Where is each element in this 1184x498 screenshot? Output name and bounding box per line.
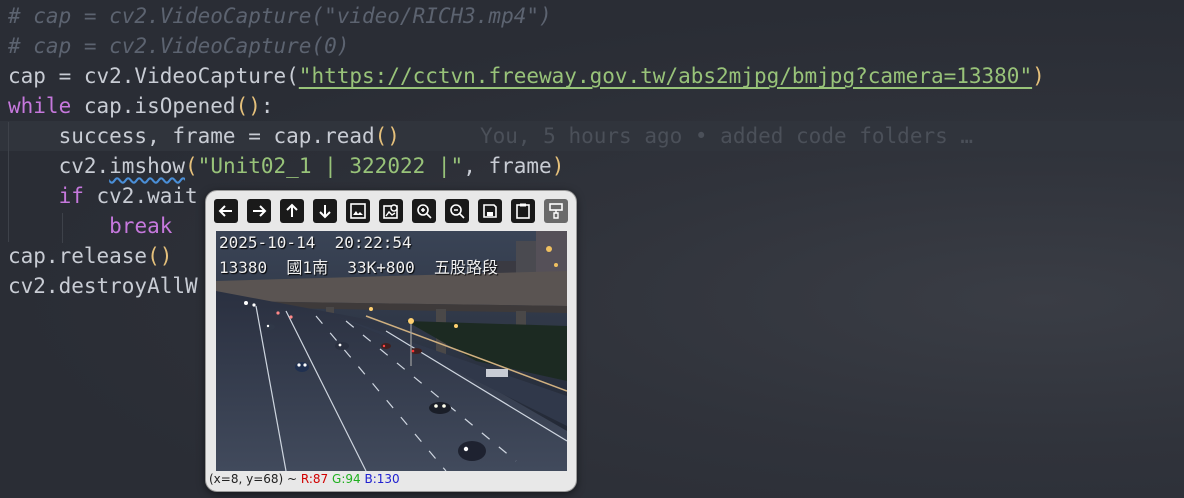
pixel-blue-value: B:130: [364, 472, 400, 486]
code-text: cv2.wait: [83, 184, 198, 208]
image-viewer-window[interactable]: 2025-10-14 20:22:54 13380 國1南 33K+800 五股…: [205, 190, 577, 492]
camera-location-label: 13380 國1南 33K+800 五股路段: [219, 258, 499, 277]
camera-timestamp: 2025-10-14 20:22:54: [219, 233, 412, 252]
paren: ): [551, 154, 565, 178]
paren: (): [374, 124, 400, 148]
code-line-3[interactable]: cap = cv2.VideoCapture("https://cctvn.fr…: [8, 61, 1045, 91]
function-name[interactable]: imshow: [109, 154, 185, 178]
keyword: break: [109, 214, 173, 238]
clipboard-icon[interactable]: [511, 199, 535, 223]
code-line-8[interactable]: break: [8, 211, 172, 241]
url-string[interactable]: "https://cctvn.freeway.gov.tw/abs2mjpg/b…: [299, 64, 1032, 88]
paren: (): [147, 244, 173, 268]
code-line-7[interactable]: if cv2.wait: [8, 181, 198, 211]
arrow-down-icon[interactable]: [313, 199, 337, 223]
pixel-red-value: R:87: [300, 472, 329, 486]
code-text: success, frame = cap.read: [8, 124, 375, 148]
git-blame-annotation: You, 5 hours ago • added code folders …: [479, 124, 974, 148]
code-line-5[interactable]: success, frame = cap.read() You, 5 hours …: [8, 121, 973, 151]
pixel-green-value: G:94: [332, 472, 361, 486]
arrow-right-icon[interactable]: [247, 199, 271, 223]
zoom-in-icon[interactable]: [412, 199, 436, 223]
arrow-left-icon[interactable]: [214, 199, 238, 223]
paint-roller-icon[interactable]: [544, 199, 568, 223]
code-line-9[interactable]: cap.release(): [8, 241, 172, 271]
paren: (): [235, 94, 261, 118]
code-text: cv2.: [8, 154, 110, 178]
camera-frame-image[interactable]: 2025-10-14 20:22:54 13380 國1南 33K+800 五股…: [216, 231, 567, 471]
image-search-icon[interactable]: [379, 199, 403, 223]
string-literal: "Unit02_1 | 322022 |": [197, 154, 464, 178]
zoom-out-icon[interactable]: [445, 199, 469, 223]
paren: (: [185, 154, 198, 178]
code-editor[interactable]: # cap = cv2.VideoCapture("video/RICH3.mp…: [0, 0, 1184, 498]
code-text: cap = cv2.VideoCapture(: [8, 64, 299, 88]
keyword: while: [8, 94, 72, 118]
pixel-status-bar: (x=8, y=68) ~ R:87 G:94 B:130: [209, 472, 400, 486]
keyword: if: [58, 184, 84, 208]
comment-text: # cap = cv2.VideoCapture("video/RICH3.mp…: [8, 4, 552, 28]
cursor-coordinates: (x=8, y=68) ~: [209, 472, 301, 486]
code-line-2[interactable]: # cap = cv2.VideoCapture(0): [8, 31, 349, 61]
code-text: , frame: [463, 154, 552, 178]
code-text: cap.release: [8, 244, 148, 268]
code-line-6[interactable]: cv2.imshow("Unit02_1 | 322022 |", frame): [8, 151, 565, 181]
code-line-4[interactable]: while cap.isOpened():: [8, 91, 274, 121]
code-text: :: [260, 94, 274, 118]
arrow-up-icon[interactable]: [280, 199, 304, 223]
save-icon[interactable]: [478, 199, 502, 223]
code-text: cv2.destroyAllW: [8, 274, 198, 298]
code-line-10[interactable]: cv2.destroyAllW: [8, 271, 198, 301]
paren: ): [1032, 64, 1045, 88]
code-line-1[interactable]: # cap = cv2.VideoCapture("video/RICH3.mp…: [8, 1, 552, 31]
code-text: cap.isOpened: [71, 94, 236, 118]
image-icon[interactable]: [346, 199, 370, 223]
comment-text: # cap = cv2.VideoCapture(0): [8, 34, 350, 58]
